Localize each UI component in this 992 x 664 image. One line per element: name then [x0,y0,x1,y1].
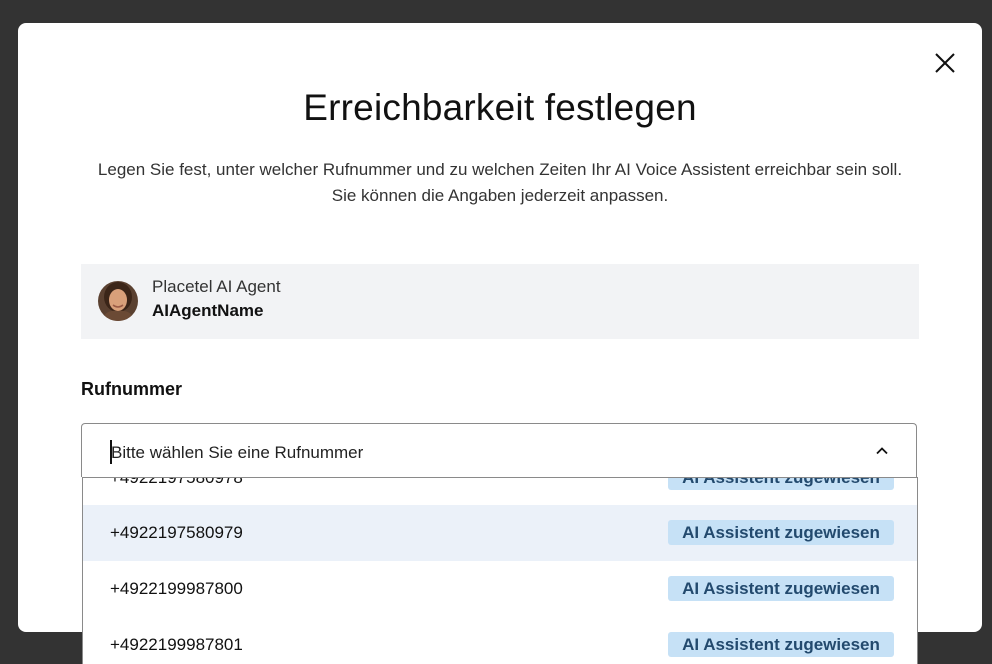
status-badge: AI Assistent zugewiesen [668,478,894,490]
phone-number-dropdown[interactable]: +4922197580978 AI Assistent zugewiesen +… [82,477,918,664]
status-badge: AI Assistent zugewiesen [668,632,894,657]
phone-field-label: Rufnummer [81,379,183,399]
select-placeholder: Bitte wählen Sie eine Rufnummer [111,443,364,462]
agent-label: Placetel AI Agent [152,277,281,296]
dropdown-option[interactable]: +4922199987801 AI Assistent zugewiesen [83,617,917,664]
phone-number-select[interactable]: Bitte wählen Sie eine Rufnummer [81,423,917,477]
option-number: +4922197580979 [110,523,243,542]
dropdown-option[interactable]: +4922197580978 AI Assistent zugewiesen [83,477,917,506]
option-number: +4922197580978 [110,477,243,487]
close-button[interactable] [931,49,959,77]
chevron-up-icon[interactable] [875,444,889,458]
dropdown-option[interactable]: +4922199987800 AI Assistent zugewiesen [83,561,917,617]
agent-card: Placetel AI Agent AIAgentName [81,264,919,339]
dialog-description: Legen Sie fest, unter welcher Rufnummer … [58,157,942,209]
description-line-2: Sie können die Angaben jederzeit anpasse… [331,186,669,205]
close-icon [935,53,955,73]
dialog-title: Erreichbarkeit festlegen [303,87,697,128]
dropdown-option[interactable]: +4922197580979 AI Assistent zugewiesen [83,505,917,561]
description-line-1: Legen Sie fest, unter welcher Rufnummer … [97,160,903,179]
avatar [98,281,138,321]
agent-name: AIAgentName [152,301,264,320]
status-badge: AI Assistent zugewiesen [668,520,894,545]
status-badge: AI Assistent zugewiesen [668,576,894,601]
option-number: +4922199987801 [110,635,243,654]
option-number: +4922199987800 [110,579,243,598]
